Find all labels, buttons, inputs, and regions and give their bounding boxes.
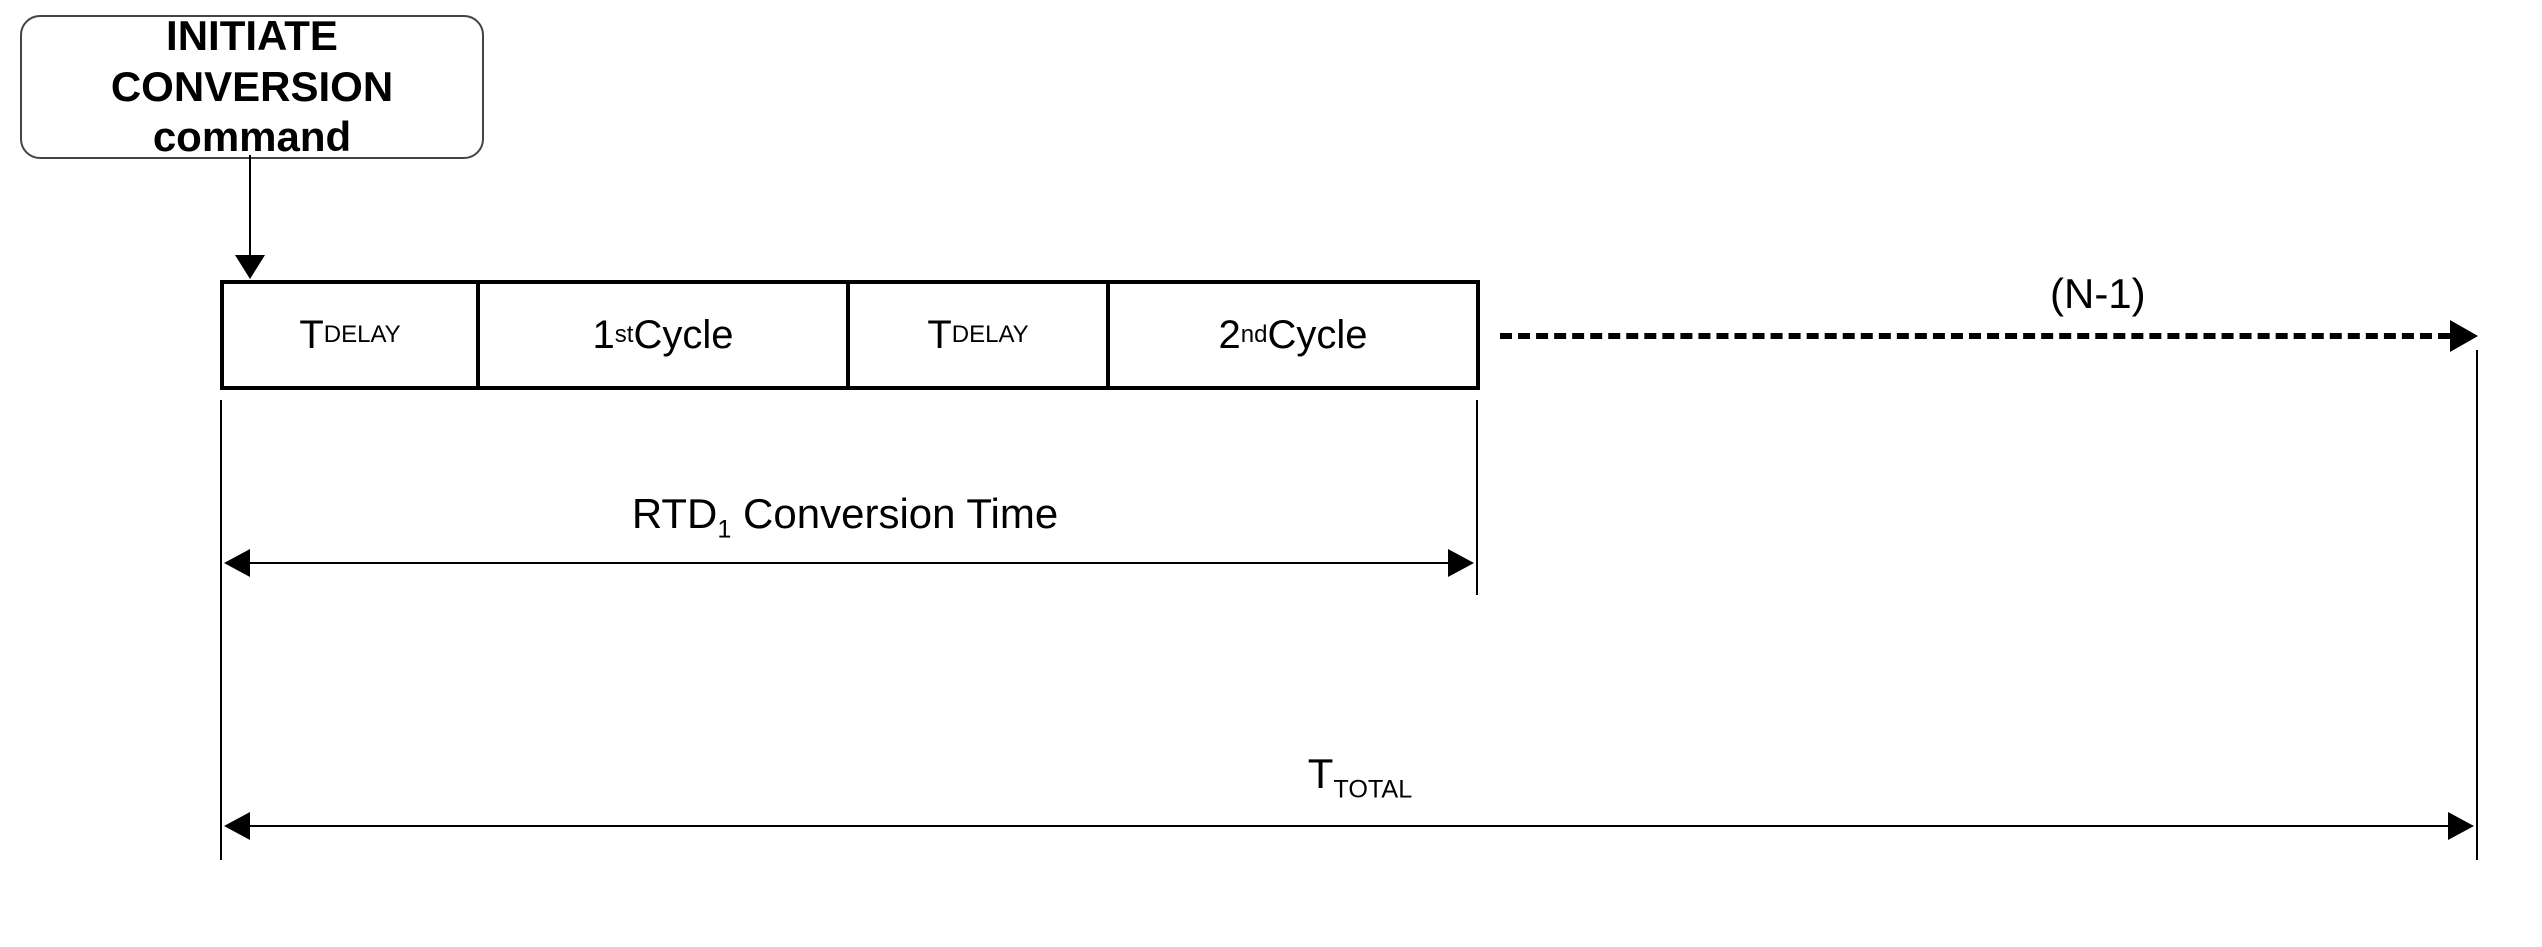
command-arrow-line bbox=[249, 155, 251, 260]
dim1-label: RTD1 Conversion Time bbox=[610, 490, 1080, 544]
cycle2-word: Cycle bbox=[1267, 313, 1367, 358]
dim1-ext-right bbox=[1476, 400, 1478, 595]
dim1-line bbox=[250, 562, 1450, 564]
tdelay2-sub: DELAY bbox=[952, 321, 1029, 349]
segment-cycle-1: 1st Cycle bbox=[480, 280, 850, 390]
command-line1: INITIATE CONVERSION bbox=[22, 11, 482, 112]
continuation-arrow-head-icon bbox=[2450, 320, 2478, 352]
dim2-ext-right bbox=[2476, 350, 2478, 860]
dim1-ext-left bbox=[220, 400, 222, 595]
cycle1-num: 1 bbox=[593, 313, 615, 358]
cycle1-word: Cycle bbox=[633, 313, 733, 358]
cycle2-num: 2 bbox=[1219, 313, 1241, 358]
dim1-arrow-right-icon bbox=[1448, 549, 1474, 577]
continuation-dashed-line bbox=[1500, 333, 2450, 339]
initiate-conversion-command-box: INITIATE CONVERSION command bbox=[20, 15, 484, 159]
dim2-ext-left bbox=[220, 595, 222, 860]
cycle2-sup: nd bbox=[1241, 321, 1268, 349]
continuation-count-label: (N-1) bbox=[2050, 270, 2146, 318]
timing-row: TDELAY 1st Cycle TDELAY 2nd Cycle bbox=[220, 280, 1480, 390]
cycle1-sup: st bbox=[615, 321, 634, 349]
dim1-prefix: RTD bbox=[632, 490, 718, 537]
dim1-arrow-left-icon bbox=[224, 549, 250, 577]
segment-tdelay-1: TDELAY bbox=[220, 280, 480, 390]
tdelay-sub: DELAY bbox=[324, 321, 401, 349]
dim2-arrow-left-icon bbox=[224, 812, 250, 840]
segment-cycle-2: 2nd Cycle bbox=[1110, 280, 1480, 390]
dim2-label: TTOTAL bbox=[1260, 750, 1460, 804]
dim2-line bbox=[250, 825, 2450, 827]
segment-tdelay-2: TDELAY bbox=[850, 280, 1110, 390]
tdelay2-prefix: T bbox=[927, 313, 951, 358]
tdelay-prefix: T bbox=[299, 313, 323, 358]
dim1-suffix: Conversion Time bbox=[731, 490, 1058, 537]
dim1-sub: 1 bbox=[717, 515, 731, 543]
dim2-arrow-right-icon bbox=[2448, 812, 2474, 840]
command-arrow-head-icon bbox=[235, 255, 265, 279]
dim2-sub: TOTAL bbox=[1333, 775, 1412, 803]
dim2-prefix: T bbox=[1308, 750, 1334, 797]
command-line2: command bbox=[153, 112, 351, 162]
